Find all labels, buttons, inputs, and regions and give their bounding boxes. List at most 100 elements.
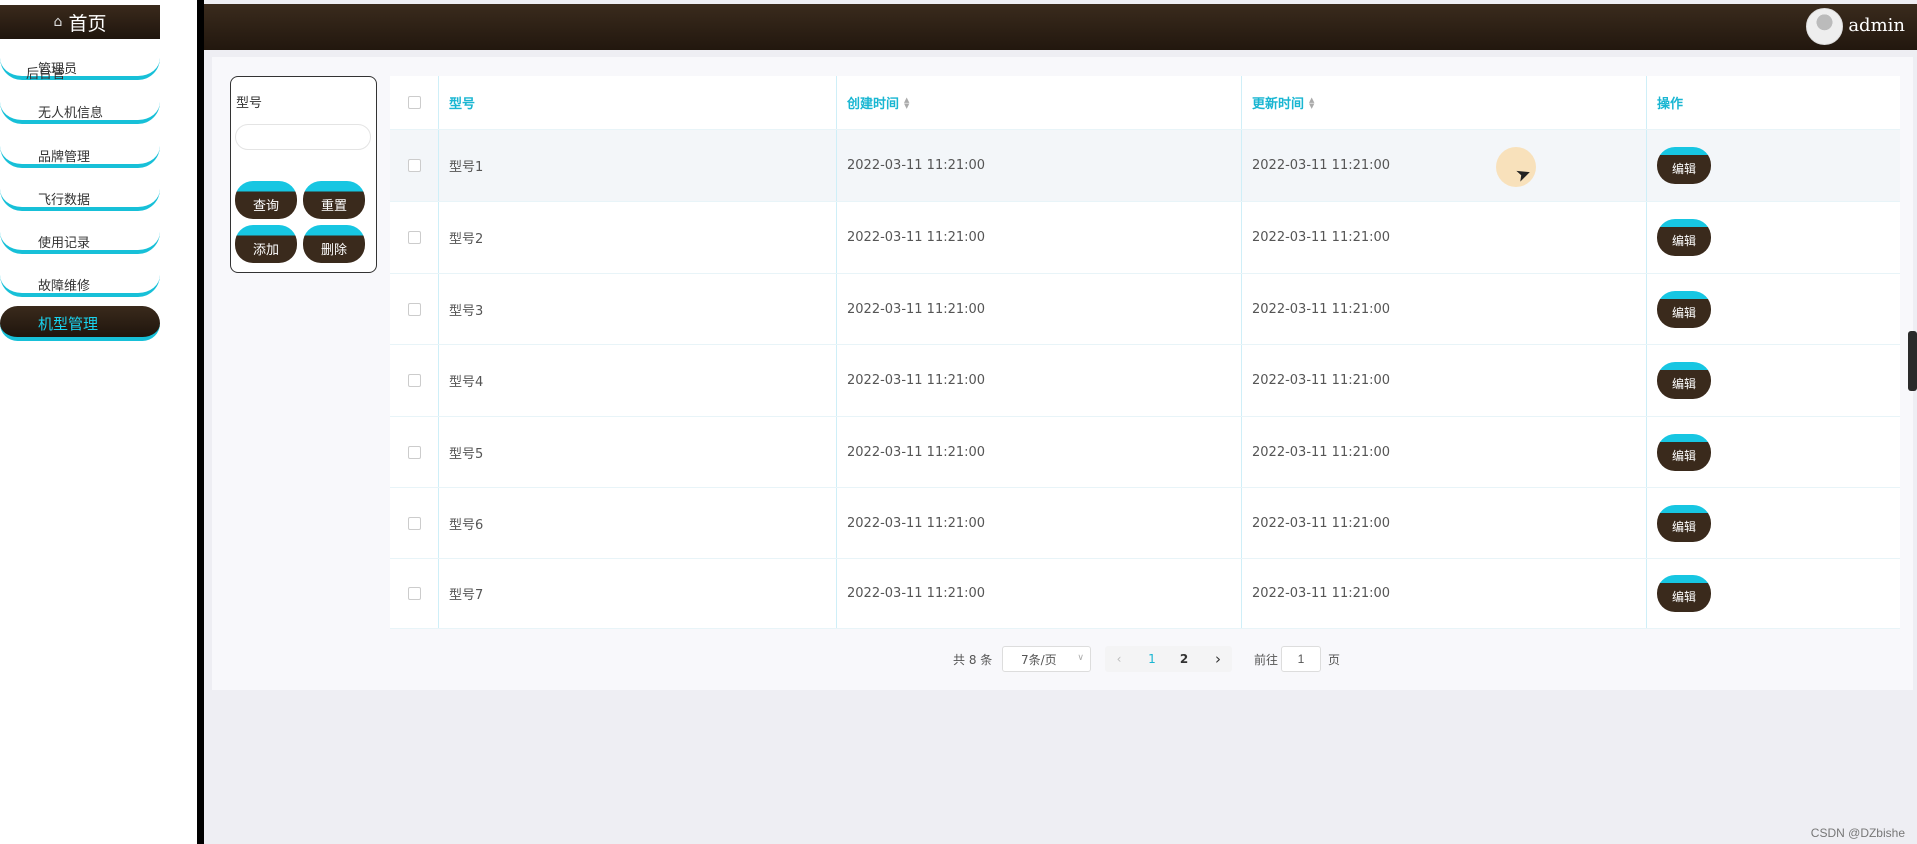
sidebar-item-model[interactable]: 机型管理 [0, 306, 160, 341]
sort-icon[interactable]: ▲ ▼ [1309, 96, 1314, 109]
edit-button[interactable]: 编辑 [1657, 290, 1711, 328]
column-header-updated[interactable]: 更新时间 ▲ ▼ [1242, 76, 1647, 129]
table-row: 型号3 2022-03-11 11:21:00 2022-03-11 11:21… [390, 274, 1900, 345]
cell-created: 2022-03-11 11:21:00 [837, 559, 1242, 628]
reset-button[interactable]: 重置 [303, 181, 365, 219]
sidebar-item-repair[interactable]: 故障维修 [0, 267, 160, 297]
cell-model: 型号1 [439, 130, 837, 201]
sidebar-item-brand[interactable]: 品牌管理 [0, 138, 160, 168]
sidebar-item-label: 故障维修 [38, 279, 91, 294]
sidebar-item-usage[interactable]: 使用记录 [0, 224, 160, 254]
cell-created: 2022-03-11 11:21:00 [837, 488, 1242, 558]
row-checkbox[interactable] [407, 302, 421, 316]
sidebar-item-label: 使用记录 [38, 236, 91, 251]
edit-button[interactable]: 编辑 [1657, 504, 1711, 542]
sort-icon[interactable]: ▲ ▼ [904, 96, 909, 109]
search-panel: 型号 查询 重置 添加 删除 [230, 76, 377, 273]
sidebar-item-label: 机型管理 [38, 315, 99, 333]
sidebar-divider [197, 0, 204, 844]
column-header-model: 型号 [439, 76, 837, 129]
row-select-cell [390, 202, 439, 273]
column-header-label: 更新时间 [1252, 97, 1305, 112]
sidebar-item-admin[interactable]: 管理员 [0, 50, 160, 80]
row-select-cell [390, 130, 439, 201]
cell-updated: 2022-03-11 11:21:00 [1242, 488, 1647, 558]
sidebar-item-drone-info[interactable]: 无人机信息 [0, 94, 160, 124]
page-number-2[interactable]: 2 [1170, 646, 1198, 672]
cell-model: 型号6 [439, 488, 837, 558]
table-row: 型号2 2022-03-11 11:21:00 2022-03-11 11:21… [390, 202, 1900, 274]
cell-actions: 编辑 [1647, 274, 1900, 344]
sidebar-home-link[interactable]: ⌂ 首页 [0, 5, 160, 39]
sidebar-home-label: 首页 [68, 12, 107, 35]
table-row: 型号7 2022-03-11 11:21:00 2022-03-11 11:21… [390, 559, 1900, 629]
username-label[interactable]: admin [1848, 15, 1905, 36]
cell-updated: 2022-03-11 11:21:00 [1242, 417, 1647, 487]
column-header-created[interactable]: 创建时间 ▲ ▼ [837, 76, 1242, 129]
page-number-1[interactable]: 1 [1138, 646, 1166, 672]
cell-created: 2022-03-11 11:21:00 [837, 202, 1242, 273]
edit-button[interactable]: 编辑 [1657, 147, 1711, 184]
sidebar-item-label: 飞行数据 [38, 193, 91, 208]
edit-button[interactable]: 编辑 [1657, 575, 1711, 612]
cell-updated: 2022-03-11 11:21:00 [1242, 202, 1647, 273]
prev-page-icon[interactable]: ‹ [1105, 646, 1133, 672]
row-select-cell [390, 559, 439, 628]
edit-button[interactable]: 编辑 [1657, 362, 1711, 399]
select-all-checkbox[interactable] [407, 96, 421, 109]
row-checkbox[interactable] [407, 374, 421, 387]
row-checkbox[interactable] [407, 159, 421, 172]
cell-actions: 编辑 [1647, 559, 1900, 628]
top-header: admin [204, 4, 1917, 50]
table-row: 型号6 2022-03-11 11:21:00 2022-03-11 11:21… [390, 488, 1900, 559]
table-row: 型号5 2022-03-11 11:21:00 2022-03-11 11:21… [390, 417, 1900, 488]
watermark: CSDN @DZbishe [1810, 826, 1905, 840]
row-select-cell [390, 274, 439, 344]
cell-model: 型号5 [439, 417, 837, 487]
row-checkbox[interactable] [407, 445, 421, 459]
delete-button[interactable]: 删除 [303, 225, 365, 263]
row-checkbox[interactable] [407, 587, 421, 600]
goto-page-input[interactable] [1281, 646, 1321, 672]
row-select-cell [390, 417, 439, 487]
add-button[interactable]: 添加 [235, 225, 297, 263]
edit-button[interactable]: 编辑 [1657, 219, 1711, 256]
select-all-cell [390, 76, 439, 129]
sidebar: ⌂ 首页 管理员 后台管 无人机信息 品牌管理 飞行数据 使用记录 故障维修 机… [0, 0, 197, 844]
cell-actions: 编辑 [1647, 417, 1900, 487]
table-row: 型号1 2022-03-11 11:21:00 2022-03-11 11:21… [390, 130, 1900, 202]
next-page-icon[interactable]: › [1204, 646, 1232, 672]
page-size-select[interactable]: 7条/页 ∨ [1002, 646, 1091, 672]
cell-updated: 2022-03-11 11:21:00 [1242, 559, 1647, 628]
cell-actions: 编辑 [1647, 202, 1900, 273]
sidebar-overlap-text: 后台管 [26, 67, 66, 82]
column-header-actions: 操作 [1657, 97, 1684, 112]
cell-model: 型号7 [439, 559, 837, 628]
cell-updated: 2022-03-11 11:21:00 [1242, 130, 1647, 201]
edit-button[interactable]: 编辑 [1657, 433, 1711, 471]
cell-model: 型号2 [439, 202, 837, 273]
chevron-down-icon: ∨ [1077, 653, 1084, 663]
scrollbar-handle[interactable] [1908, 331, 1917, 391]
cell-created: 2022-03-11 11:21:00 [837, 345, 1242, 416]
cell-actions: 编辑 [1647, 488, 1900, 558]
model-search-input[interactable] [235, 124, 371, 150]
avatar[interactable] [1806, 8, 1843, 45]
row-checkbox[interactable] [407, 516, 421, 530]
query-button[interactable]: 查询 [235, 181, 297, 219]
cell-actions: 编辑 [1647, 130, 1900, 201]
cell-updated: 2022-03-11 11:21:00 [1242, 274, 1647, 344]
cell-model: 型号4 [439, 345, 837, 416]
cell-created: 2022-03-11 11:21:00 [837, 274, 1242, 344]
home-icon: ⌂ [53, 14, 63, 30]
cell-actions: 编辑 [1647, 345, 1900, 416]
page-size-value: 7条/页 [1021, 652, 1057, 667]
search-field-label: 型号 [236, 96, 263, 111]
sidebar-item-flight-data[interactable]: 飞行数据 [0, 181, 160, 211]
row-checkbox[interactable] [407, 231, 421, 244]
model-table: 型号 创建时间 ▲ ▼ 更新时间 ▲ ▼ 操作 型号1 2022-03-11 11:… [390, 76, 1900, 629]
cell-created: 2022-03-11 11:21:00 [837, 417, 1242, 487]
page-suffix-label: 页 [1328, 652, 1341, 667]
pagination-total: 共 8 条 [953, 652, 993, 667]
sidebar-item-label: 无人机信息 [38, 106, 104, 121]
